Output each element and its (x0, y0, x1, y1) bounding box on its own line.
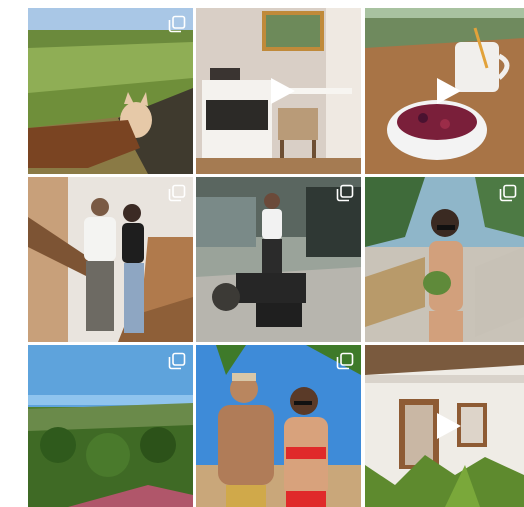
post-thumbnail-acai-bowl-and-mug[interactable] (365, 8, 524, 174)
carousel-icon (168, 184, 186, 202)
post-thumbnail-dog-in-field[interactable] (28, 8, 193, 174)
post-thumbnail-couple-on-stairs[interactable] (28, 177, 193, 342)
post-thumbnail-white-house-facade[interactable] (365, 345, 524, 507)
post-thumbnail-couple-on-beach[interactable] (196, 345, 361, 507)
play-icon (436, 413, 461, 439)
posts-grid (28, 8, 524, 507)
post-thumbnail-jungle-landscape[interactable] (28, 345, 193, 507)
post-thumbnail-woman-with-coconut[interactable] (365, 177, 524, 342)
carousel-icon (336, 352, 354, 370)
post-thumbnail-musician-outdoors[interactable] (196, 177, 361, 342)
play-icon (270, 78, 295, 104)
post-thumbnail-room-with-desk[interactable] (196, 8, 361, 174)
carousel-icon (336, 184, 354, 202)
carousel-icon (168, 15, 186, 33)
carousel-icon (499, 184, 517, 202)
play-icon (436, 78, 461, 104)
carousel-icon (168, 352, 186, 370)
